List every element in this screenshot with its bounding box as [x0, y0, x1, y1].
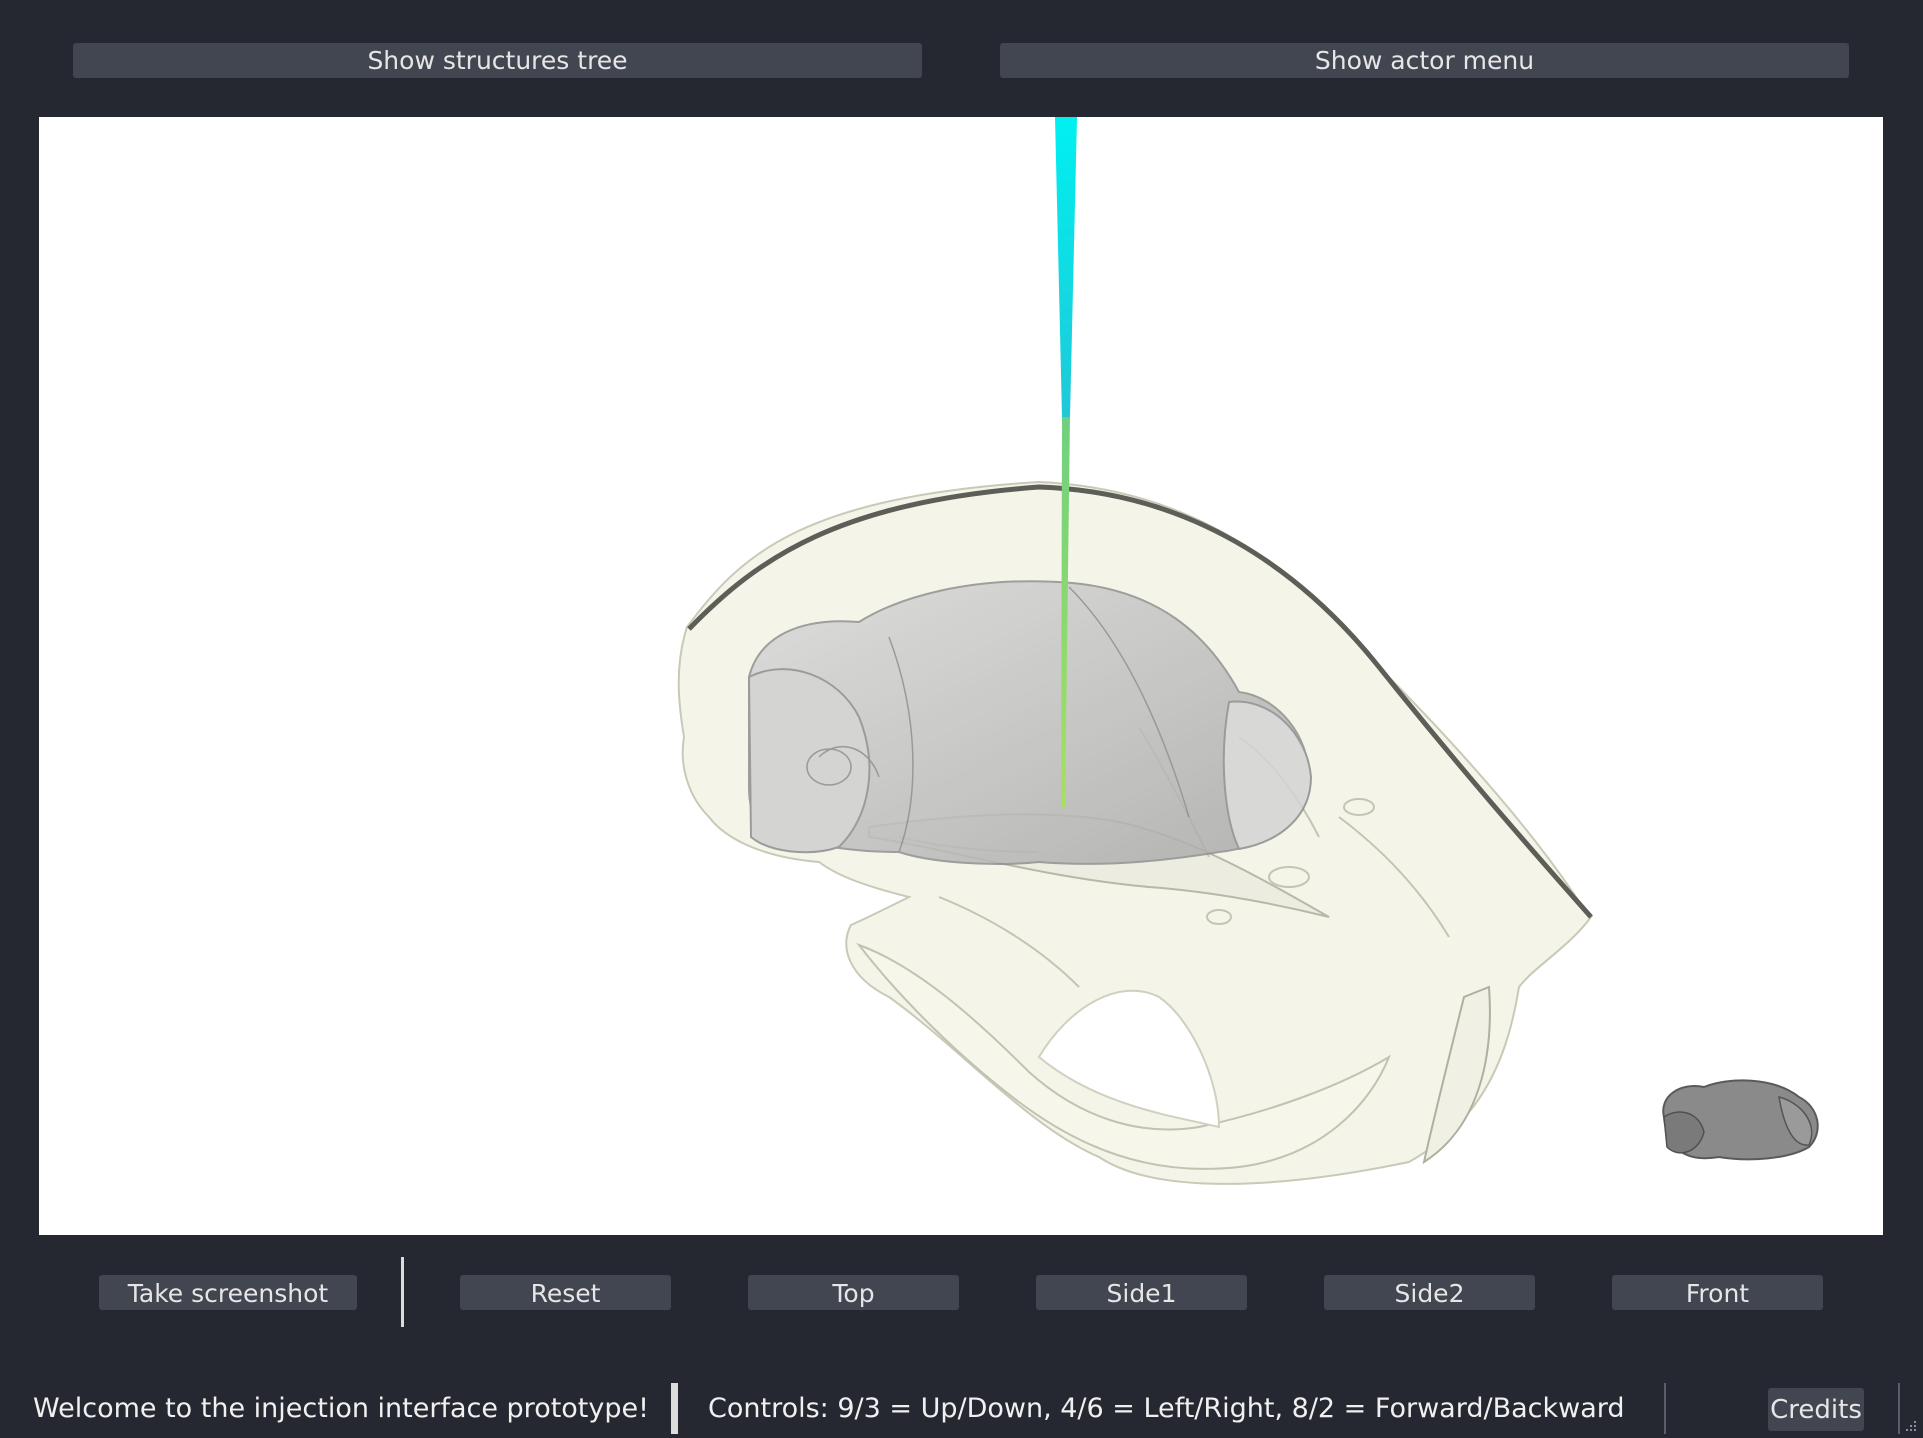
credits-button[interactable]: Credits: [1768, 1388, 1864, 1431]
3d-scene[interactable]: [39, 117, 1883, 1235]
status-divider-right: [1898, 1383, 1900, 1434]
show-actor-menu-button[interactable]: Show actor menu: [1000, 43, 1849, 78]
3d-viewport[interactable]: [39, 117, 1883, 1235]
side1-view-button[interactable]: Side1: [1036, 1275, 1247, 1310]
reset-view-button[interactable]: Reset: [460, 1275, 671, 1310]
toolbar-divider: [401, 1257, 404, 1327]
injection-app-window: Show structures tree Show actor menu Tak…: [0, 0, 1923, 1438]
side2-view-button[interactable]: Side2: [1324, 1275, 1535, 1310]
top-view-button[interactable]: Top: [748, 1275, 959, 1310]
show-structures-tree-button[interactable]: Show structures tree: [73, 43, 922, 78]
controls-help-text: Controls: 9/3 = Up/Down, 4/6 = Left/Righ…: [708, 1393, 1625, 1424]
status-divider: [1664, 1383, 1666, 1434]
resize-grip-icon: [1906, 1421, 1916, 1431]
take-screenshot-button[interactable]: Take screenshot: [99, 1275, 357, 1310]
orientation-brain-widget: [1662, 1079, 1819, 1161]
front-view-button[interactable]: Front: [1612, 1275, 1823, 1310]
welcome-message: Welcome to the injection interface proto…: [33, 1393, 649, 1424]
status-divider-thick: [671, 1383, 678, 1434]
resize-grip[interactable]: [1904, 1418, 1918, 1432]
